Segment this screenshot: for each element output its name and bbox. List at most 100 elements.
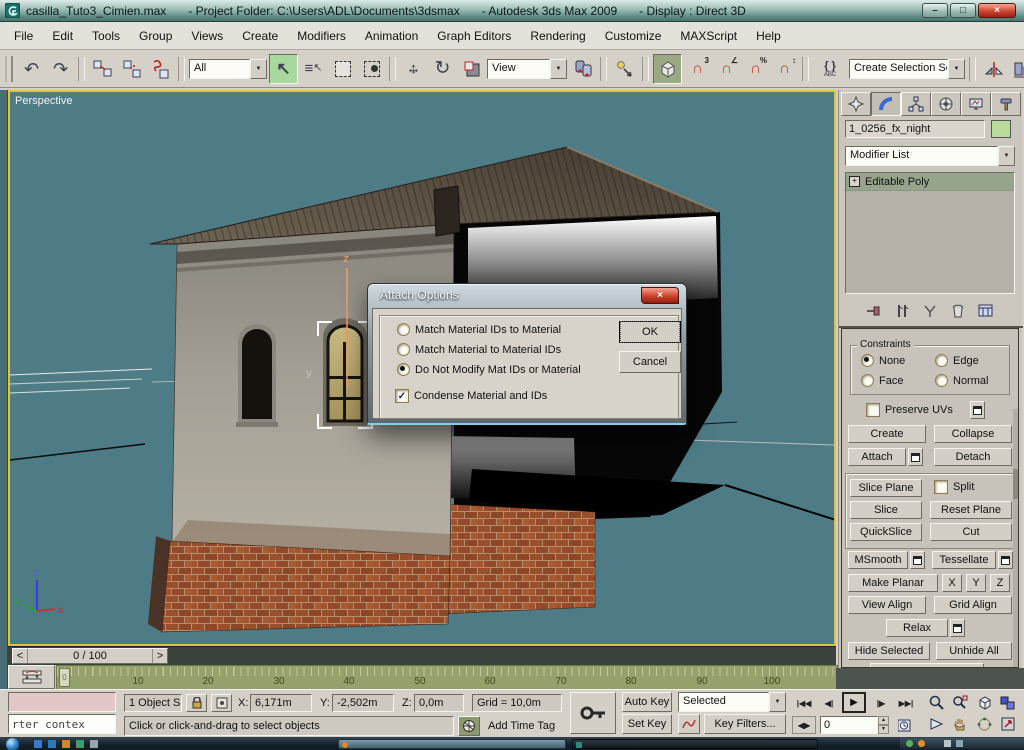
start-button[interactable] bbox=[6, 738, 19, 750]
snap-3d-button[interactable]: ∩3 bbox=[684, 55, 711, 83]
planar-z-button[interactable]: Z bbox=[990, 574, 1010, 592]
tab-display[interactable] bbox=[961, 92, 991, 116]
absolute-mode-button[interactable] bbox=[211, 694, 232, 712]
rectangular-selection-region-button[interactable] bbox=[329, 55, 356, 83]
time-slider-track[interactable]: < 0 / 100 > bbox=[8, 646, 836, 665]
time-configuration-button[interactable] bbox=[894, 716, 916, 734]
menu-create[interactable]: Create bbox=[242, 29, 278, 43]
quicklaunch-icon-3[interactable] bbox=[62, 740, 70, 748]
current-frame-marker[interactable]: 0 bbox=[59, 668, 70, 687]
constraint-edge-radio[interactable]: Edge bbox=[935, 354, 979, 367]
menu-maxscript[interactable]: MAXScript bbox=[680, 29, 737, 43]
select-by-name-button[interactable]: ≡↖ bbox=[300, 55, 327, 83]
bind-to-space-warp-button[interactable] bbox=[147, 55, 174, 83]
detach-button[interactable]: Detach bbox=[934, 448, 1012, 466]
relax-settings-button[interactable] bbox=[950, 619, 965, 637]
constraint-none-radio[interactable]: None bbox=[861, 354, 905, 367]
minimize-button[interactable]: – bbox=[922, 3, 948, 18]
selection-filter-dropdown[interactable]: All ▼ bbox=[189, 59, 267, 79]
go-to-end-button[interactable]: ▶▶| bbox=[894, 694, 918, 712]
radio-match-ids-to-material[interactable]: Match Material IDs to Material bbox=[397, 323, 561, 336]
hide-selected-button[interactable]: Hide Selected bbox=[848, 642, 930, 660]
edit-named-selection-sets-button[interactable]: { }ABC bbox=[813, 55, 847, 83]
menu-views[interactable]: Views bbox=[191, 29, 223, 43]
quicklaunch-icon-5[interactable] bbox=[90, 740, 98, 748]
planar-y-button[interactable]: Y bbox=[966, 574, 986, 592]
go-to-start-button[interactable]: |◀◀ bbox=[792, 694, 816, 712]
msmooth-settings-button[interactable] bbox=[910, 551, 925, 569]
use-pivot-point-center-button[interactable] bbox=[569, 55, 596, 83]
spinner-up-icon[interactable]: ▲ bbox=[878, 716, 889, 725]
tab-utilities[interactable] bbox=[991, 92, 1021, 116]
spinner-down-icon[interactable]: ▼ bbox=[878, 725, 889, 734]
maximize-viewport-toggle-button[interactable] bbox=[996, 714, 1020, 734]
track-bar-timeline[interactable]: 0 10 20 30 40 50 60 70 80 90 100 bbox=[56, 665, 838, 691]
constraint-face-radio[interactable]: Face bbox=[861, 374, 903, 387]
window-crossing-button[interactable] bbox=[358, 55, 385, 83]
radio-do-not-modify[interactable]: Do Not Modify Mat IDs or Material bbox=[397, 363, 581, 376]
title-bar[interactable]: casilla_Tuto3_Cimien.max - Project Folde… bbox=[0, 0, 1024, 22]
tessellate-button[interactable]: Tessellate bbox=[932, 551, 996, 569]
menu-help[interactable]: Help bbox=[756, 29, 781, 43]
previous-frame-button[interactable]: < bbox=[13, 649, 28, 663]
expand-icon[interactable]: + bbox=[849, 176, 860, 187]
angle-snap-button[interactable]: ∩∠ bbox=[713, 55, 740, 83]
relax-button[interactable]: Relax bbox=[886, 619, 948, 637]
redo-button[interactable]: ↷ bbox=[47, 55, 74, 83]
y-coordinate-field[interactable]: -2,502m bbox=[332, 694, 394, 712]
spinner-snap-button[interactable]: ∩↕ bbox=[771, 55, 798, 83]
radio-match-material-to-ids[interactable]: Match Material to Material IDs bbox=[397, 343, 561, 356]
next-frame-button[interactable]: > bbox=[152, 649, 167, 663]
next-key-button[interactable]: |▶ bbox=[870, 694, 892, 712]
menu-tools[interactable]: Tools bbox=[92, 29, 120, 43]
key-mode-toggle-button[interactable]: ◀▶ bbox=[792, 716, 816, 734]
create-button[interactable]: Create bbox=[848, 425, 926, 443]
tessellate-settings-button[interactable] bbox=[998, 551, 1013, 569]
menu-edit[interactable]: Edit bbox=[52, 29, 73, 43]
select-and-scale-button[interactable] bbox=[458, 55, 485, 83]
align-button[interactable] bbox=[1009, 55, 1024, 83]
default-in-out-tangent-button[interactable] bbox=[678, 714, 700, 734]
quickslice-button[interactable]: QuickSlice bbox=[850, 523, 922, 541]
quicklaunch-icon-4[interactable] bbox=[76, 740, 84, 748]
slice-button[interactable]: Slice bbox=[850, 501, 922, 519]
menu-customize[interactable]: Customize bbox=[605, 29, 662, 43]
rollout-scrollbar[interactable] bbox=[1013, 409, 1018, 668]
preserve-uvs-checkbox[interactable]: Preserve UVs bbox=[866, 403, 953, 417]
arc-rotate-button[interactable] bbox=[972, 714, 996, 734]
make-planar-button[interactable]: Make Planar bbox=[848, 574, 938, 592]
auto-key-button[interactable]: Auto Key bbox=[622, 692, 672, 712]
percent-snap-button[interactable]: ∩% bbox=[742, 55, 769, 83]
quicklaunch-icon-2[interactable] bbox=[48, 740, 56, 748]
tab-create[interactable] bbox=[841, 92, 871, 116]
cut-button[interactable]: Cut bbox=[930, 523, 1012, 541]
reference-coordsys-dropdown[interactable]: View ▼ bbox=[487, 59, 567, 79]
close-button[interactable]: × bbox=[978, 3, 1016, 18]
selection-lock-button[interactable] bbox=[186, 694, 207, 712]
reset-plane-button[interactable]: Reset Plane bbox=[930, 501, 1012, 519]
tab-hierarchy[interactable] bbox=[901, 92, 931, 116]
unhide-all-button[interactable]: Unhide All bbox=[936, 642, 1012, 660]
system-tray[interactable] bbox=[900, 738, 1024, 749]
zoom-button[interactable] bbox=[924, 692, 948, 712]
attach-button[interactable]: Attach bbox=[848, 448, 906, 466]
previous-key-button[interactable]: ◀| bbox=[818, 694, 840, 712]
condense-material-checkbox[interactable]: ✓Condense Material and IDs bbox=[395, 389, 547, 403]
configure-modifier-sets-button[interactable] bbox=[974, 301, 998, 321]
unlink-button[interactable] bbox=[118, 55, 145, 83]
menu-graph-editors[interactable]: Graph Editors bbox=[437, 29, 511, 43]
preserve-uvs-settings-button[interactable] bbox=[970, 401, 985, 419]
quicklaunch-icon-1[interactable] bbox=[34, 740, 42, 748]
taskbar-app-button-1[interactable] bbox=[338, 739, 566, 749]
zoom-all-button[interactable] bbox=[948, 692, 972, 712]
viewport-label[interactable]: Perspective bbox=[15, 95, 72, 107]
view-align-button[interactable]: View Align bbox=[848, 596, 926, 614]
key-filters-button[interactable]: Key Filters... bbox=[704, 714, 786, 734]
modifier-stack[interactable]: + Editable Poly bbox=[845, 172, 1015, 294]
constraint-normal-radio[interactable]: Normal bbox=[935, 374, 988, 387]
select-object-button[interactable]: ↖ bbox=[269, 54, 298, 84]
toolbar-grip[interactable] bbox=[5, 56, 13, 82]
make-unique-button[interactable] bbox=[918, 301, 942, 321]
field-of-view-button[interactable] bbox=[924, 714, 948, 734]
menu-modifiers[interactable]: Modifiers bbox=[297, 29, 346, 43]
